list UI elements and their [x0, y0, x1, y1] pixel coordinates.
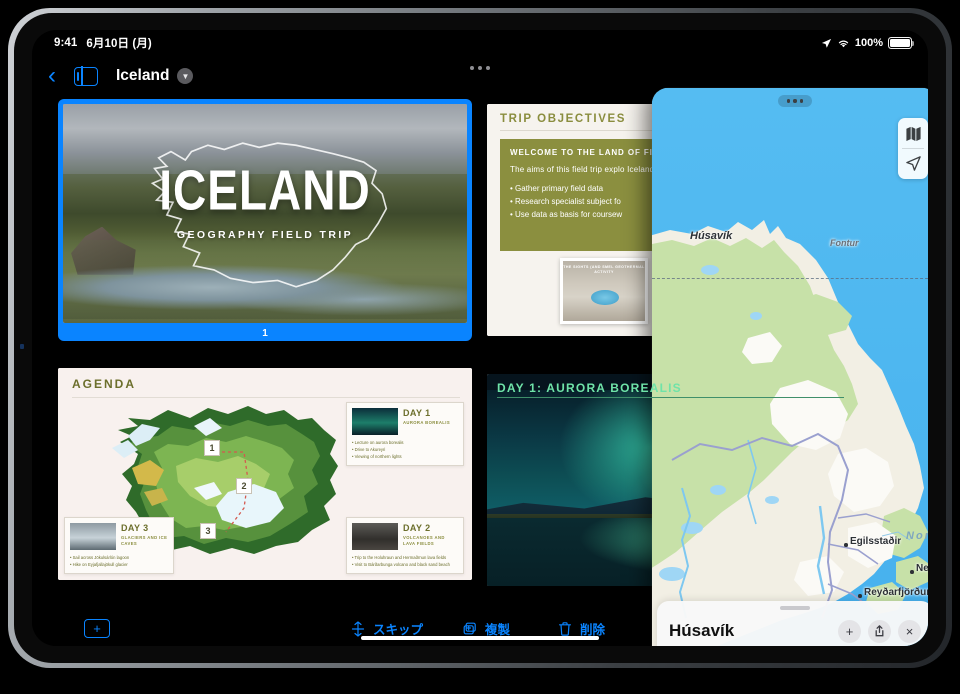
- map-arctic-circle: [652, 278, 928, 279]
- slide-1-subtitle: GEOGRAPHY FIELD TRIP: [176, 228, 354, 241]
- slide-4-rule: [497, 397, 845, 399]
- map-controls-group: [898, 118, 928, 179]
- place-name: Húsavík: [669, 621, 735, 640]
- place-card-actions: + ×: [838, 619, 921, 643]
- day-card-2: DAY 2 VOLCANOES AND LAVA FIELDS • Trip t…: [346, 516, 464, 574]
- map-dot-egilsstadir: [844, 543, 848, 547]
- map-dot-neskaupstadur: [910, 570, 914, 574]
- map-label-nordfjordur: Norðfjörður: [906, 530, 928, 542]
- map-terrain: [652, 220, 928, 646]
- status-bar: 9:41 6月10日 (月) 100%: [32, 30, 928, 56]
- map-pin: 3: [200, 523, 216, 539]
- trash-icon: [559, 621, 571, 636]
- slide-3-canvas: AGENDA 1 2 3 DAY 1 AURORA BOREALIS • Lec…: [58, 368, 472, 580]
- status-bar-right: 100%: [821, 37, 914, 49]
- day-card-1: DAY 1 AURORA BOREALIS • Lecture on auror…: [346, 402, 464, 467]
- map-canvas[interactable]: Húsavík Fontur Egilsstaðir Neskaupstaður…: [652, 88, 928, 646]
- slide-thumbnail-1[interactable]: ICELAND GEOGRAPHY FIELD TRIP 1: [58, 99, 472, 341]
- share-glyph-icon: [875, 625, 884, 637]
- slide-3-content: AGENDA 1 2 3 DAY 1 AURORA BOREALIS • Lec…: [58, 368, 472, 580]
- status-time: 9:41: [54, 37, 78, 49]
- close-icon[interactable]: ×: [898, 619, 921, 643]
- day-1-bullet: • Drive to Akureyri: [352, 447, 386, 453]
- day-2-bullet: • Visit to Bárðarbunga volcano and black…: [352, 561, 450, 567]
- map-dot-reydarfjordur: [858, 594, 862, 598]
- window-grabber-icon[interactable]: [778, 95, 812, 107]
- slide-2-photo-caption: THE SIGHTS (AND SMEL GEOTHERMAL ACTIVITY: [563, 265, 645, 275]
- day-2-bullet: • Trip to the Holuhraun and Hermaðrnun l…: [352, 554, 447, 560]
- multitask-dots-icon[interactable]: [470, 66, 490, 70]
- map-type-icon: [905, 126, 921, 141]
- share-icon[interactable]: [868, 619, 891, 643]
- screenshot-root: 9:41 6月10日 (月) 100% ‹ Iceland ▼ ICELAND …: [0, 0, 960, 694]
- device-side-indicator: [20, 344, 24, 349]
- wifi-icon: [838, 40, 849, 47]
- day-3-subtitle: GLACIERS AND ICE CAVES: [121, 534, 168, 547]
- skip-slide-icon: [351, 620, 365, 637]
- status-date: 6月10日 (月): [86, 38, 152, 50]
- close-glyph: ×: [905, 623, 914, 639]
- back-button[interactable]: ‹: [48, 64, 56, 88]
- slide-1-canvas: ICELAND GEOGRAPHY FIELD TRIP: [63, 104, 467, 323]
- day-3-image: [70, 522, 116, 550]
- locate-me-icon: [905, 156, 921, 171]
- day-1-bullet: • Viewing of northern lights: [352, 454, 402, 460]
- day-1-bullet: • Lecture on aurora borealis: [352, 440, 404, 445]
- locate-me-button[interactable]: [898, 149, 928, 179]
- map-label-reydarfjordur: Reyðarfjörður: [864, 587, 928, 598]
- day-3-title: DAY 3: [121, 522, 149, 533]
- day-1-image: [352, 408, 398, 435]
- day-2-bullets: • Trip to the Holuhraun and Hermaðrnun l…: [352, 554, 458, 568]
- map-type-button[interactable]: [898, 118, 928, 148]
- plus-glyph: +: [845, 623, 854, 639]
- battery-icon: [888, 37, 914, 49]
- day-3-bullet: • Sail across Jökulsárlón lagoon: [70, 554, 130, 560]
- slide-thumbnail-3[interactable]: AGENDA 1 2 3 DAY 1 AURORA BOREALIS • Lec…: [58, 368, 472, 580]
- day-2-title: DAY 2: [403, 522, 431, 533]
- slide-3-heading: AGENDA: [72, 377, 137, 391]
- map-label-egilsstadir: Egilsstaðir: [850, 536, 902, 547]
- battery-percent: 100%: [854, 37, 883, 49]
- slide-4-heading: DAY 1: AURORA BOREALIS: [497, 381, 682, 395]
- day-2-subtitle: VOLCANOES AND LAVA FIELDS: [403, 534, 445, 547]
- home-indicator[interactable]: [361, 636, 599, 640]
- slide-1-title: ICELAND: [159, 158, 371, 222]
- map-label-fontur: Fontur: [830, 238, 859, 248]
- day-3-bullets: • Sail across Jökulsárlón lagoon • Hike …: [70, 554, 168, 568]
- slide-2-photo: THE SIGHTS (AND SMEL GEOTHERMAL ACTIVITY: [560, 258, 648, 324]
- sidebar-toggle-icon[interactable]: [74, 65, 98, 87]
- slide-number-1: 1: [262, 328, 268, 339]
- day-1-bullets: • Lecture on aurora borealis • Drive to …: [352, 439, 458, 460]
- maps-slideover-window: Húsavík Fontur Egilsstaðir Neskaupstaður…: [652, 88, 928, 646]
- status-bar-left: 9:41 6月10日 (月): [54, 35, 152, 51]
- add-slide-label: +: [93, 621, 101, 636]
- map-label-husavik: Húsavík: [690, 230, 733, 242]
- slide-2-photo-image: THE SIGHTS (AND SMEL GEOTHERMAL ACTIVITY: [563, 261, 645, 321]
- day-2-image: [352, 522, 398, 550]
- day-card-3: DAY 3 GLACIERS AND ICE CAVES • Sail acro…: [64, 516, 174, 574]
- map-label-neskaupstadur: Neskaupstaður: [916, 563, 928, 574]
- day-3-bullet: • Hike on Eyjafjallajökull glacier: [70, 561, 128, 567]
- ipad-screen: 9:41 6月10日 (月) 100% ‹ Iceland ▼ ICELAND …: [32, 30, 928, 646]
- place-card-grabber[interactable]: [780, 606, 810, 610]
- page-title: Iceland: [116, 67, 170, 84]
- day-1-title: DAY 1: [403, 408, 431, 418]
- location-arrow-icon: [821, 38, 831, 48]
- chevron-down-icon[interactable]: ▼: [177, 68, 194, 84]
- add-slide-icon[interactable]: +: [84, 619, 110, 638]
- map-pin: 1: [204, 440, 220, 456]
- map-pin: 2: [236, 478, 252, 494]
- place-card: Húsavík + ×: [657, 601, 928, 646]
- duplicate-icon: [463, 622, 476, 634]
- day-1-subtitle: AURORA BOREALIS: [403, 420, 451, 425]
- geothermal-pool: [590, 289, 619, 306]
- plus-icon[interactable]: +: [838, 619, 861, 643]
